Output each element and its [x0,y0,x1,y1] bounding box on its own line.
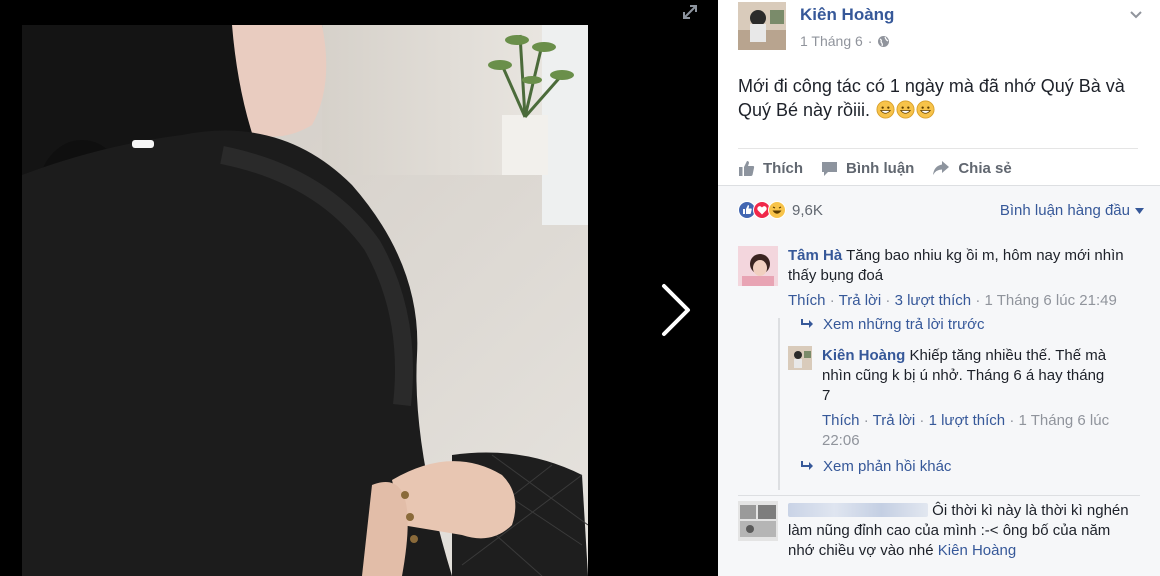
comment-body: Tâm Hà Tăng bao nhiu kg ồi m, hôm nay mớ… [788,246,1148,286]
mention-link[interactable]: Kiên Hoàng [938,542,1016,559]
reply-time-line2[interactable]: 22:06 [822,432,860,449]
reaction-count: 9,6K [792,201,823,219]
comment2-body: Ôi thời kì này là thời kì nghén làm nũng… [788,501,1153,561]
comment-text-line1: Tăng bao nhiu kg ồi m, hôm nay mới nhìn [846,247,1124,264]
reply-likes-link[interactable]: 1 lượt thích [929,412,1006,429]
grinning-emoji-icon [876,100,895,119]
comment-like-link[interactable]: Thích [788,292,826,309]
blurred-commenter-name[interactable] [788,503,928,517]
comment-button[interactable]: Bình luận [821,156,914,180]
comment-time[interactable]: 1 Tháng 6 lúc 21:49 [984,292,1116,309]
commenter-name[interactable]: Tâm Hà [788,247,842,264]
reply-time-line1[interactable]: 1 Tháng 6 lúc [1018,412,1109,429]
next-photo-icon[interactable] [656,280,696,340]
comment-label: Bình luận [846,159,915,177]
comment-actions: Thích · Trả lời · 3 lượt thích · 1 Tháng… [788,291,1117,311]
sort-label: Bình luận hàng đầu [999,202,1130,219]
post-photo[interactable] [22,25,588,576]
post-panel: Kiên Hoàng 1 Tháng 6 · Mới đi công tác c… [718,0,1160,576]
post-meta: 1 Tháng 6 · [800,33,890,49]
view-more-label: Xem phản hồi khác [823,458,952,475]
share-arrow-icon [933,160,950,175]
comment-reply-link[interactable]: Trả lời [839,292,882,309]
reply-text-line3: 7 [822,387,831,404]
caret-down-icon [1135,207,1144,214]
comment2-text-line2: làm nũng đỉnh cao của mình :-< ông bố củ… [788,522,1111,539]
author-avatar[interactable] [738,2,786,50]
separator: · [1009,412,1015,429]
haha-reaction-icon [768,201,786,219]
like-button[interactable]: Thích [738,156,803,180]
comment2-text-line1: Ôi thời kì này là thời kì nghén [932,502,1129,519]
post-actions: Thích Bình luận Chia sẻ [738,156,1012,180]
grinning-emoji-icon [916,100,935,119]
comment-icon [822,161,837,176]
separator: · [885,292,891,309]
separator: · [975,292,981,309]
separator: · [829,292,835,309]
grinning-emoji-icon [896,100,915,119]
reply-like-link[interactable]: Thích [822,412,860,429]
reply-thread-line [778,318,780,490]
reply-avatar[interactable] [788,346,812,370]
comment2-text-line3: nhớ chiều vợ vào nhé [788,542,934,559]
chevron-down-icon[interactable] [1128,6,1144,22]
post-text: Mới đi công tác có 1 ngày mà đã nhớ Quý … [738,74,1138,122]
comment-likes-link[interactable]: 3 lượt thích [895,292,972,309]
comments-section: Tâm Hà Tăng bao nhiu kg ồi m, hôm nay mớ… [718,236,1160,576]
photo-viewer [0,0,718,576]
post-text-line2: Quý Bé này rồiii. [738,100,871,120]
share-label: Chia sẻ [958,159,1012,177]
reply-body: Kiên Hoàng Khiếp tăng nhiều thế. Thế mà … [822,346,1152,406]
post-date[interactable]: 1 Tháng 6 [800,33,863,49]
post-text-line1: Mới đi công tác có 1 ngày mà đã nhớ Quý … [738,76,1125,96]
reply-author-name[interactable]: Kiên Hoàng [822,347,905,364]
view-previous-label: Xem những trả lời trước [823,316,985,333]
reply-actions: Thích · Trả lời · 1 lượt thích · 1 Tháng… [822,411,1122,451]
share-button[interactable]: Chia sẻ [932,156,1012,180]
reply-arrow-icon [801,461,813,470]
divider [738,148,1138,149]
reply-text-line2: nhìn cũng k bị ú nhở. Tháng 6 á hay thán… [822,367,1105,384]
separator: · [863,412,869,429]
commenter-avatar[interactable] [738,501,778,541]
reply-reply-link[interactable]: Trả lời [873,412,916,429]
author-name[interactable]: Kiên Hoàng [800,5,894,25]
photo-illustration [22,25,588,576]
view-more-replies[interactable]: Xem phản hồi khác [800,458,951,475]
post-text-line2-wrap: Quý Bé này rồiii. [738,98,1138,122]
like-label: Thích [763,159,803,177]
separator: · [919,412,925,429]
reactions-bar: 9,6K Bình luận hàng đầu [718,185,1160,237]
globe-icon [878,35,890,47]
comment-text-line2: thấy bụng đoá [788,267,884,284]
view-previous-replies[interactable]: Xem những trả lời trước [800,316,984,333]
meta-separator: · [867,33,873,49]
divider [738,495,1140,496]
commenter-avatar[interactable] [738,246,778,286]
thumbs-up-icon [739,160,755,176]
reply-arrow-icon [801,319,813,328]
reaction-summary[interactable]: 9,6K [738,201,823,219]
reply-text-line1: Khiếp tăng nhiều thế. Thế mà [909,347,1107,364]
expand-icon[interactable] [680,2,700,22]
comment-sort-dropdown[interactable]: Bình luận hàng đầu [1000,202,1144,219]
